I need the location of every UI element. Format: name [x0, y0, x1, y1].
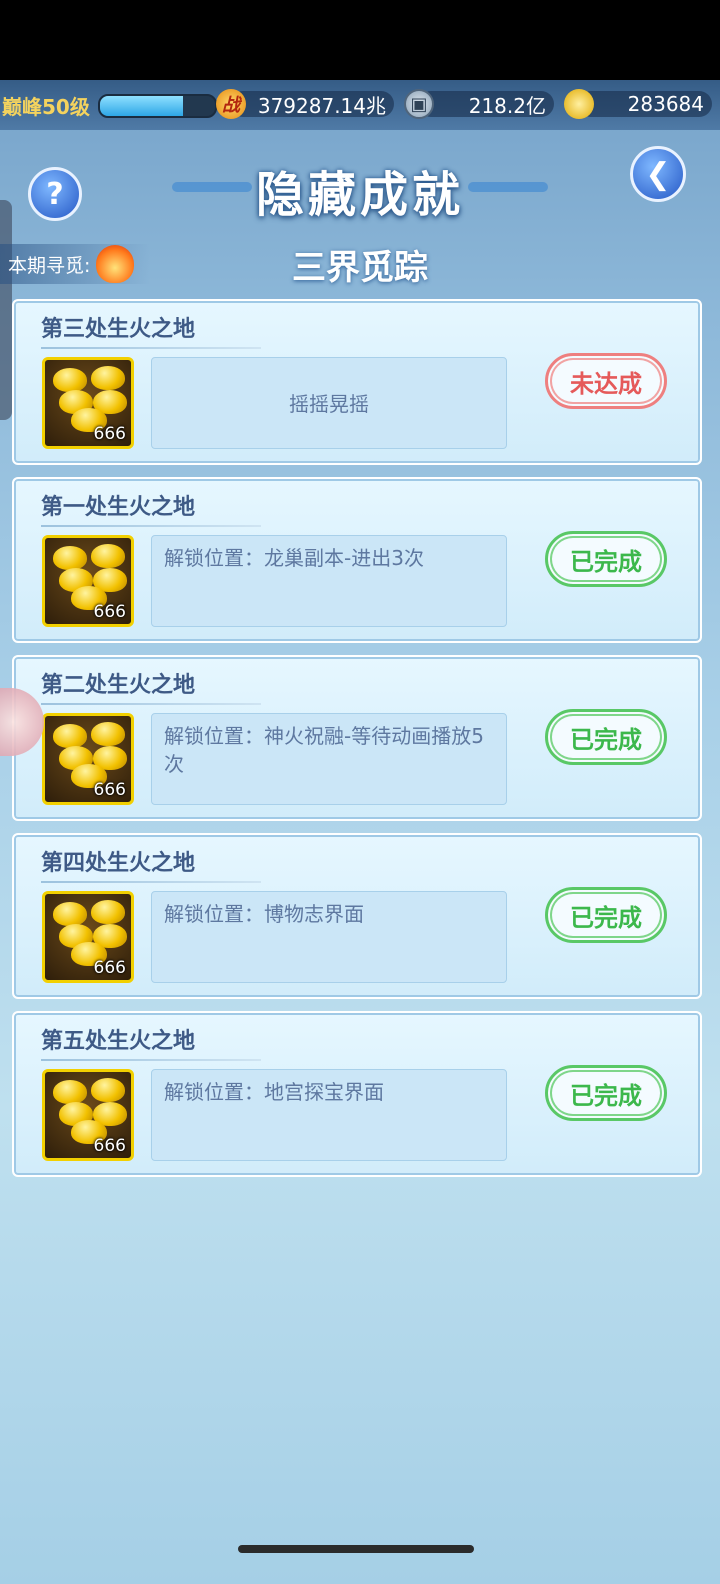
- gold-value: 283684: [627, 92, 704, 116]
- achievement-card: 第二处生火之地 666 解锁位置：神火祝融-等待动画播放5次 已完成: [12, 655, 702, 821]
- gold-ingot-icon: [91, 900, 125, 924]
- divider: [41, 881, 261, 883]
- xp-bar: [98, 94, 217, 118]
- achievement-card: 第四处生火之地 666 解锁位置：博物志界面 已完成: [12, 833, 702, 999]
- battle-power-icon: 战: [216, 89, 246, 119]
- level-label: 巅峰50级: [2, 94, 90, 119]
- achievement-status-button[interactable]: 未达成: [545, 353, 667, 409]
- coin-display[interactable]: ▣ 218.2亿: [404, 88, 554, 120]
- reward-item[interactable]: 666: [42, 891, 134, 983]
- achievement-status-button[interactable]: 已完成: [545, 1065, 667, 1121]
- achievement-description: 解锁位置：神火祝融-等待动画播放5次: [151, 713, 507, 805]
- achievement-name: 第五处生火之地: [41, 1029, 196, 1054]
- gold-ingot-icon: [91, 722, 125, 746]
- achievement-status-button[interactable]: 已完成: [545, 531, 667, 587]
- page-subtitle: 三界觅踪: [292, 248, 428, 288]
- reward-quantity: 666: [93, 780, 126, 800]
- gold-ingot-icon: [91, 544, 125, 568]
- home-indicator[interactable]: [238, 1545, 474, 1553]
- divider: [41, 1059, 261, 1061]
- power-display: 战 379287.14兆: [216, 88, 394, 120]
- gold-ingot-icon: [564, 89, 594, 119]
- reward-quantity: 666: [93, 958, 126, 978]
- achievement-description: 解锁位置：龙巢副本-进出3次: [151, 535, 507, 627]
- gold-ingot-icon: [91, 366, 125, 390]
- reward-quantity: 666: [93, 602, 126, 622]
- xp-bar-fill: [100, 96, 183, 116]
- achievement-status-button[interactable]: 已完成: [545, 709, 667, 765]
- gold-ingot-icon: [91, 1078, 125, 1102]
- achievement-name: 第二处生火之地: [41, 673, 196, 698]
- achievement-description: 摇摇晃摇: [151, 357, 507, 449]
- achievement-card: 第一处生火之地 666 解锁位置：龙巢副本-进出3次 已完成: [12, 477, 702, 643]
- achievement-name: 第四处生火之地: [41, 851, 196, 876]
- copper-coin-icon: ▣: [404, 89, 434, 119]
- status-bar: [0, 0, 720, 80]
- back-button[interactable]: ❮: [630, 146, 686, 202]
- achievement-card: 第五处生火之地 666 解锁位置：地宫探宝界面 已完成: [12, 1011, 702, 1177]
- reward-item[interactable]: 666: [42, 357, 134, 449]
- divider: [41, 525, 261, 527]
- divider: [41, 347, 261, 349]
- side-drawer-handle[interactable]: [0, 200, 12, 420]
- reward-quantity: 666: [93, 1136, 126, 1156]
- achievement-name: 第三处生火之地: [41, 317, 196, 342]
- coin-value: 218.2亿: [468, 93, 546, 118]
- achievement-status-button[interactable]: 已完成: [545, 887, 667, 943]
- achievement-description: 解锁位置：地宫探宝界面: [151, 1069, 507, 1161]
- page-title: 隐藏成就: [255, 167, 464, 223]
- reward-item[interactable]: 666: [42, 535, 134, 627]
- achievement-description: 解锁位置：博物志界面: [151, 891, 507, 983]
- gold-display[interactable]: 283684: [564, 88, 712, 120]
- achievement-name: 第一处生火之地: [41, 495, 196, 520]
- reward-quantity: 666: [93, 424, 126, 444]
- power-value: 379287.14兆: [257, 93, 386, 118]
- gold-ingot-icon: [53, 368, 87, 392]
- gold-ingot-icon: [53, 1080, 87, 1104]
- gold-ingot-icon: [53, 724, 87, 748]
- gold-ingot-icon: [53, 546, 87, 570]
- gold-ingot-icon: [53, 902, 87, 926]
- reward-item[interactable]: 666: [42, 1069, 134, 1161]
- reward-item[interactable]: 666: [42, 713, 134, 805]
- achievement-card: 第三处生火之地 666 摇摇晃摇 未达成: [12, 299, 702, 465]
- divider: [41, 703, 261, 705]
